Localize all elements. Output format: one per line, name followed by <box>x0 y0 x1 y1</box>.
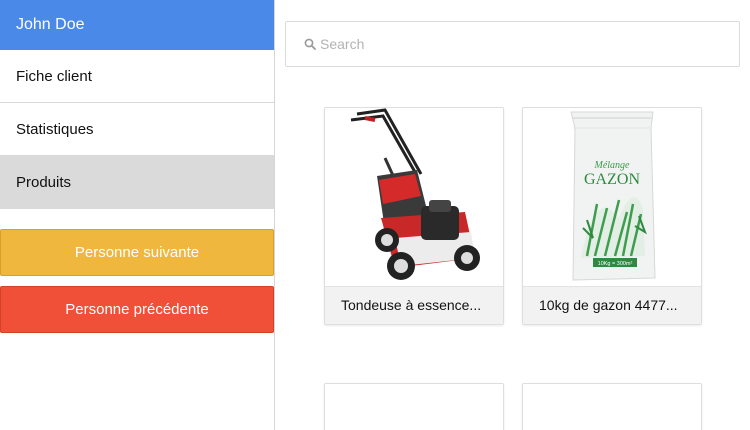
search-input[interactable] <box>320 22 730 66</box>
nav-item-statistiques[interactable]: Statistiques <box>0 103 274 156</box>
previous-person-button[interactable]: Personne précédente <box>0 286 274 333</box>
next-person-button[interactable]: Personne suivante <box>0 229 274 276</box>
product-name: Tondeuse à essence... <box>325 286 503 324</box>
product-card[interactable]: Tondeuse à essence... <box>324 107 504 325</box>
search-box[interactable] <box>285 21 740 67</box>
search-icon <box>304 38 316 50</box>
product-card[interactable] <box>324 383 504 430</box>
nav-item-produits[interactable]: Produits <box>0 156 274 209</box>
sidebar: John Doe Fiche client Statistiques Produ… <box>0 0 275 430</box>
bag-product-text: GAZON <box>584 171 640 188</box>
product-card[interactable]: Mélange GAZON 10Kg = 300m² 10kg de gazon… <box>522 107 702 325</box>
product-name: 10kg de gazon 4477... <box>523 286 701 324</box>
nav-item-fiche-client[interactable]: Fiche client <box>0 50 274 103</box>
grass-seed-bag-image: Mélange GAZON 10Kg = 300m² <box>523 108 701 286</box>
product-card[interactable] <box>522 383 702 430</box>
user-name-header[interactable]: John Doe <box>0 0 274 50</box>
lawn-mower-image <box>325 108 503 286</box>
bag-size-text: 10Kg = 300m² <box>598 261 633 267</box>
main-content: Tondeuse à essence... Mélange GAZON 10Kg… <box>276 0 750 430</box>
bag-brand-text: Mélange <box>594 160 631 171</box>
